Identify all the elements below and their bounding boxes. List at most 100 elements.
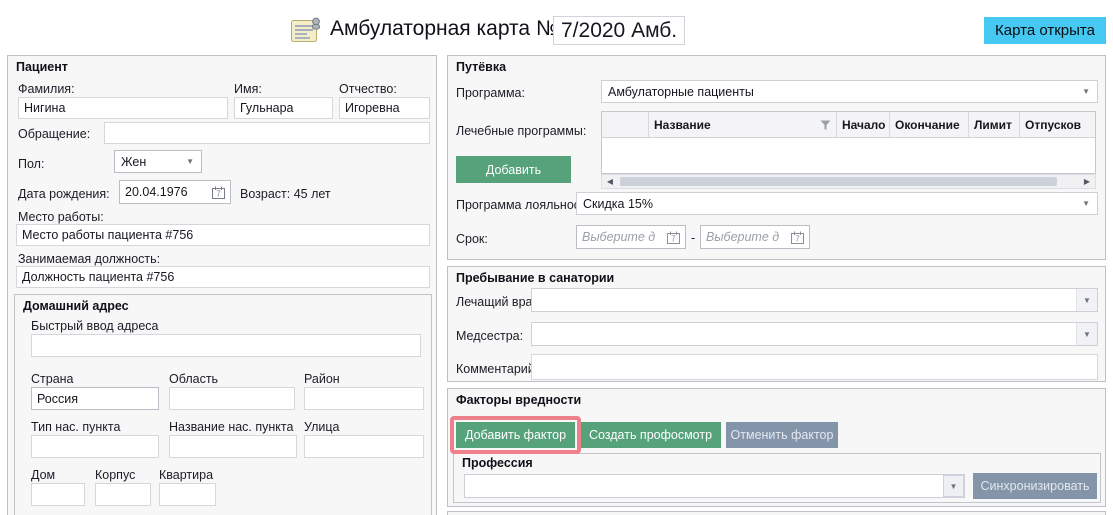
surname-label: Фамилия: bbox=[18, 82, 75, 96]
svg-text:7: 7 bbox=[216, 189, 221, 198]
region-input[interactable] bbox=[169, 387, 295, 410]
building-input[interactable] bbox=[95, 483, 151, 506]
birthdate-input[interactable]: 20.04.1976 7 bbox=[119, 180, 231, 204]
next-panel-partial bbox=[447, 511, 1106, 515]
workplace-input[interactable] bbox=[16, 224, 430, 246]
chevron-down-icon[interactable]: ▼ bbox=[943, 475, 964, 497]
patient-section-title: Пациент bbox=[16, 60, 68, 74]
position-label: Занимаемая должность: bbox=[18, 252, 160, 266]
create-checkup-button[interactable]: Создать профосмотр bbox=[580, 422, 721, 448]
nurse-label: Медсестра: bbox=[456, 329, 523, 343]
calendar-icon[interactable]: 7 bbox=[791, 231, 804, 244]
birthdate-value: 20.04.1976 bbox=[125, 185, 212, 199]
doctor-label: Лечащий врач: bbox=[456, 295, 542, 309]
ambulatory-card-window: Амбулаторная карта № 7/2020 Амб. Карта о… bbox=[0, 0, 1113, 515]
profession-group: Профессия ▼ Синхронизировать bbox=[453, 453, 1101, 503]
birthdate-label: Дата рождения: bbox=[18, 187, 110, 201]
stay-section-title: Пребывание в санатории bbox=[456, 271, 614, 285]
name-label: Имя: bbox=[234, 82, 262, 96]
comment-textarea[interactable] bbox=[531, 354, 1098, 380]
workplace-label: Место работы: bbox=[18, 210, 104, 224]
quick-address-label: Быстрый ввод адреса bbox=[31, 319, 159, 333]
voucher-panel: Путёвка Программа: Амбулаторные пациенты… bbox=[447, 55, 1106, 260]
calendar-icon[interactable]: 7 bbox=[212, 186, 225, 199]
term-label: Срок: bbox=[456, 232, 488, 246]
header-cell-vacations[interactable]: Отпусков bbox=[1020, 112, 1095, 137]
district-input[interactable] bbox=[304, 387, 424, 410]
salutation-label: Обращение: bbox=[18, 127, 90, 141]
add-factor-button[interactable]: Добавить фактор bbox=[456, 422, 575, 448]
calendar-icon[interactable]: 7 bbox=[667, 231, 680, 244]
chevron-down-icon[interactable]: ▼ bbox=[1076, 323, 1097, 345]
surname-input[interactable] bbox=[18, 97, 228, 119]
comment-label: Комментарий: bbox=[456, 362, 538, 376]
building-label: Корпус bbox=[95, 468, 135, 482]
gender-select[interactable]: Жен ▼ bbox=[114, 150, 202, 173]
street-label: Улица bbox=[304, 420, 340, 434]
scroll-right-icon[interactable]: ▶ bbox=[1079, 177, 1095, 186]
chevron-down-icon[interactable]: ▼ bbox=[179, 158, 201, 166]
patronymic-label: Отчество: bbox=[339, 82, 397, 96]
header-cell-end[interactable]: Окончание bbox=[890, 112, 969, 137]
header-cell-start[interactable]: Начало bbox=[837, 112, 890, 137]
chevron-down-icon[interactable]: ▼ bbox=[1075, 88, 1097, 96]
scrollbar-thumb[interactable] bbox=[620, 177, 1057, 186]
card-document-icon bbox=[290, 16, 322, 49]
apartment-input[interactable] bbox=[159, 483, 216, 506]
settlement-name-input[interactable] bbox=[169, 435, 297, 458]
profession-title: Профессия bbox=[462, 456, 533, 470]
loyalty-select[interactable]: Скидка 15% ▼ bbox=[576, 192, 1098, 215]
header-name-text: Название bbox=[654, 118, 711, 132]
district-label: Район bbox=[304, 372, 340, 386]
program-value: Амбулаторные пациенты bbox=[602, 85, 1075, 99]
cancel-factor-button[interactable]: Отменить фактор bbox=[726, 422, 838, 448]
doctor-select[interactable]: ▼ bbox=[531, 288, 1098, 312]
gender-label: Пол: bbox=[18, 157, 44, 171]
age-text: Возраст: 45 лет bbox=[240, 187, 331, 201]
house-label: Дом bbox=[31, 468, 55, 482]
card-open-status-button[interactable]: Карта открыта bbox=[984, 17, 1106, 44]
table-header-row: Название Начало Окончание Лимит Отпусков bbox=[602, 112, 1095, 138]
header-cell-limit[interactable]: Лимит bbox=[969, 112, 1020, 137]
sanatorium-stay-panel: Пребывание в санатории Лечащий врач: ▼ М… bbox=[447, 266, 1106, 382]
table-body-empty bbox=[602, 138, 1095, 173]
synchronize-button[interactable]: Синхронизировать bbox=[973, 473, 1097, 499]
country-input[interactable] bbox=[31, 387, 159, 410]
house-input[interactable] bbox=[31, 483, 85, 506]
program-select[interactable]: Амбулаторные пациенты ▼ bbox=[601, 80, 1098, 103]
street-input[interactable] bbox=[304, 435, 424, 458]
settlement-name-label: Название нас. пункта bbox=[169, 420, 293, 434]
scroll-left-icon[interactable]: ◀ bbox=[602, 177, 618, 186]
header-cell-name[interactable]: Название bbox=[649, 112, 837, 137]
page-title: Амбулаторная карта № bbox=[330, 17, 558, 41]
svg-text:7: 7 bbox=[795, 234, 800, 243]
term-to-date-input[interactable]: Выберите д 7 bbox=[700, 225, 810, 249]
patronymic-input[interactable] bbox=[339, 97, 430, 119]
table-horizontal-scrollbar[interactable]: ◀ ▶ bbox=[601, 174, 1096, 189]
quick-address-input[interactable] bbox=[31, 334, 421, 357]
header-cell-empty[interactable] bbox=[602, 112, 649, 137]
patient-panel: Пациент Фамилия: Имя: Отчество: Обращени… bbox=[7, 55, 437, 515]
settlement-type-input[interactable] bbox=[31, 435, 159, 458]
hazard-factors-panel: Факторы вредности Добавить фактор Создат… bbox=[447, 388, 1106, 507]
nurse-select[interactable]: ▼ bbox=[531, 322, 1098, 346]
salutation-input[interactable] bbox=[104, 122, 430, 144]
loyalty-value: Скидка 15% bbox=[577, 197, 1075, 211]
scrollbar-track[interactable] bbox=[618, 175, 1079, 188]
profession-select[interactable]: ▼ bbox=[464, 474, 965, 498]
term-to-placeholder: Выберите д bbox=[706, 230, 791, 244]
card-number-field[interactable]: 7/2020 Амб. bbox=[553, 16, 685, 45]
country-label: Страна bbox=[31, 372, 74, 386]
position-input[interactable] bbox=[16, 266, 430, 288]
add-program-button[interactable]: Добавить bbox=[456, 156, 571, 183]
address-section-title: Домашний адрес bbox=[23, 299, 129, 313]
voucher-section-title: Путёвка bbox=[456, 60, 506, 74]
chevron-down-icon[interactable]: ▼ bbox=[1076, 289, 1097, 311]
term-from-date-input[interactable]: Выберите д 7 bbox=[576, 225, 686, 249]
treatment-programs-label: Лечебные программы: bbox=[456, 124, 586, 138]
treatment-programs-table: Название Начало Окончание Лимит Отпусков bbox=[601, 111, 1096, 174]
filter-icon[interactable] bbox=[820, 120, 831, 130]
chevron-down-icon[interactable]: ▼ bbox=[1075, 200, 1097, 208]
region-label: Область bbox=[169, 372, 218, 386]
name-input[interactable] bbox=[234, 97, 333, 119]
